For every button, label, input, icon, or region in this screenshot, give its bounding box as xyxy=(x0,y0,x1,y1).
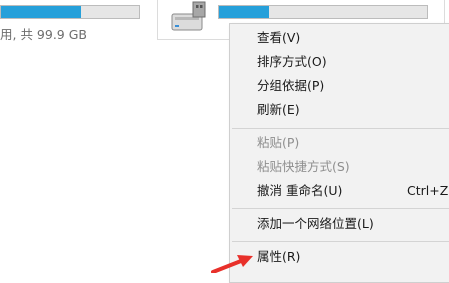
menu-item-label: 排序方式(O) xyxy=(257,54,327,69)
menu-separator xyxy=(232,241,449,242)
usb-drive-usage-fill xyxy=(219,6,269,18)
left-drive-capacity-text: 用, 共 99.9 GB xyxy=(0,27,87,42)
menu-item-label: 撤消 重命名(U) xyxy=(257,183,343,198)
usb-drive-usage-bar xyxy=(218,5,428,19)
red-arrow-icon xyxy=(211,255,253,273)
left-drive-usage-fill xyxy=(1,6,82,18)
menu-item-sort-by[interactable]: 排序方式(O) xyxy=(230,51,449,73)
menu-item-group-by[interactable]: 分组依据(P) xyxy=(230,75,449,97)
menu-item-label: 刷新(E) xyxy=(257,102,300,117)
menu-item-add-network-location[interactable]: 添加一个网络位置(L) xyxy=(230,213,449,235)
menu-item-view[interactable]: 查看(V) xyxy=(230,27,449,49)
menu-separator xyxy=(232,128,449,129)
menu-item-label: 属性(R) xyxy=(257,249,301,264)
menu-item-label: 粘贴(P) xyxy=(257,135,300,150)
menu-item-label: 分组依据(P) xyxy=(257,78,325,93)
context-menu: 查看(V) 排序方式(O) 分组依据(P) 刷新(E) 粘贴(P) 粘贴快捷方式… xyxy=(229,23,449,283)
menu-item-label: 粘贴快捷方式(S) xyxy=(257,159,350,174)
menu-item-label: 查看(V) xyxy=(257,30,301,45)
menu-item-paste-shortcut: 粘贴快捷方式(S) xyxy=(230,156,449,178)
menu-item-paste: 粘贴(P) xyxy=(230,132,449,154)
menu-item-refresh[interactable]: 刷新(E) xyxy=(230,99,449,121)
menu-item-undo-rename[interactable]: 撤消 重命名(U) Ctrl+Z xyxy=(230,180,449,202)
left-drive-usage-bar xyxy=(0,5,140,19)
menu-separator xyxy=(232,208,449,209)
menu-item-label: 添加一个网络位置(L) xyxy=(257,216,374,231)
menu-item-shortcut: Ctrl+Z xyxy=(407,183,449,198)
usb-drive-icon xyxy=(171,1,206,31)
menu-item-properties[interactable]: 属性(R) xyxy=(230,246,449,268)
